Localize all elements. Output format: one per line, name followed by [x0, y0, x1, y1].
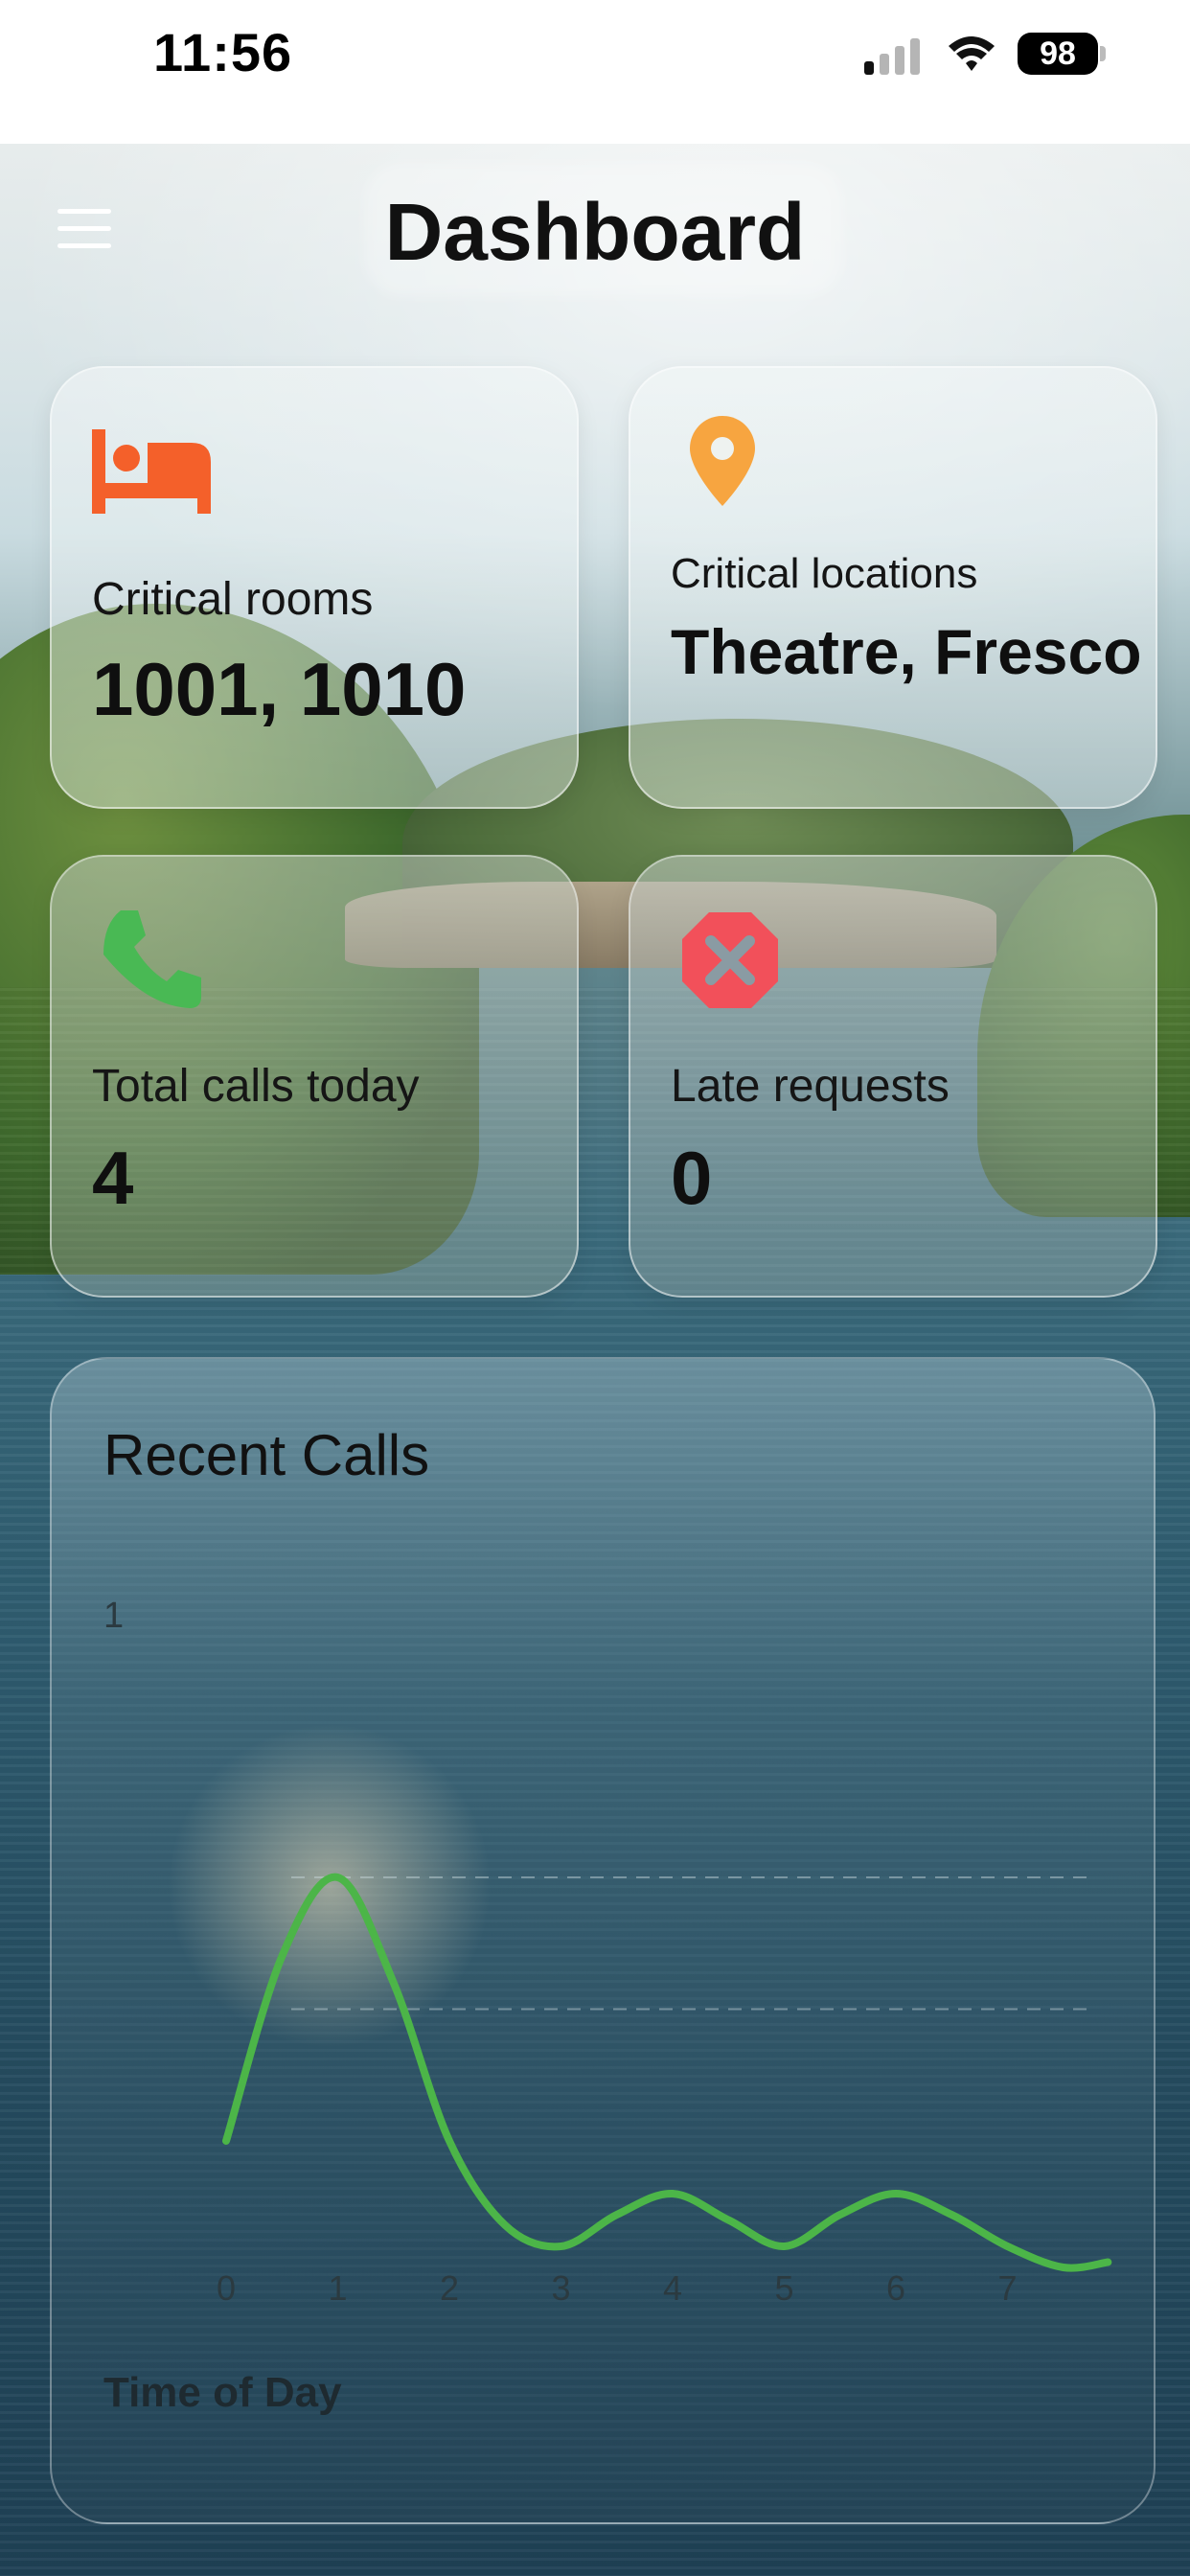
critical-locations-value: Theatre, Fresco — [671, 616, 1142, 687]
x-tick-label: 5 — [774, 2268, 793, 2308]
x-axis-label: Time of Day — [103, 2369, 342, 2416]
bed-icon — [92, 429, 211, 514]
critical-rooms-card[interactable]: Critical rooms 1001, 1010 — [50, 366, 579, 809]
phone-icon — [103, 910, 201, 1008]
cellular-signal-icon — [864, 38, 920, 75]
x-tick-label: 1 — [328, 2268, 347, 2308]
recent-calls-line-chart: 1 0 1 2 3 4 5 6 7 — [103, 1596, 1112, 2308]
x-tick-label: 6 — [886, 2268, 905, 2308]
x-tick-label: 4 — [663, 2268, 682, 2308]
status-bar: 11:56 98 — [0, 0, 1190, 144]
cancel-octagon-icon — [682, 912, 778, 1008]
location-pin-icon — [690, 416, 755, 506]
critical-locations-card[interactable]: Critical locations Theatre, Fresco — [629, 366, 1157, 809]
late-requests-value: 0 — [671, 1136, 713, 1220]
y-tick-label: 1 — [103, 1596, 124, 1636]
critical-rooms-value: 1001, 1010 — [92, 647, 467, 731]
page-title: Dashboard — [384, 187, 806, 277]
total-calls-label: Total calls today — [92, 1061, 420, 1112]
x-tick-label: 0 — [217, 2268, 236, 2308]
late-requests-label: Late requests — [671, 1061, 950, 1112]
series-line — [222, 1873, 1112, 2272]
app-header: Dashboard — [0, 144, 1190, 316]
recent-calls-chart-card: Recent Calls 101234567 Time of Day — [50, 1357, 1156, 2524]
battery-cap — [1100, 46, 1106, 61]
total-calls-value: 4 — [92, 1136, 134, 1220]
critical-rooms-label: Critical rooms — [92, 574, 374, 625]
x-tick-label: 3 — [551, 2268, 570, 2308]
battery-level: 98 — [1018, 33, 1098, 75]
wifi-icon — [949, 36, 995, 71]
critical-locations-label: Critical locations — [671, 550, 978, 597]
status-time: 11:56 — [153, 22, 293, 82]
late-requests-card[interactable]: Late requests 0 — [629, 855, 1157, 1298]
x-tick-label: 7 — [997, 2268, 1017, 2308]
total-calls-card[interactable]: Total calls today 4 — [50, 855, 579, 1298]
battery-indicator: 98 — [1018, 33, 1106, 75]
x-tick-label: 2 — [440, 2268, 459, 2308]
